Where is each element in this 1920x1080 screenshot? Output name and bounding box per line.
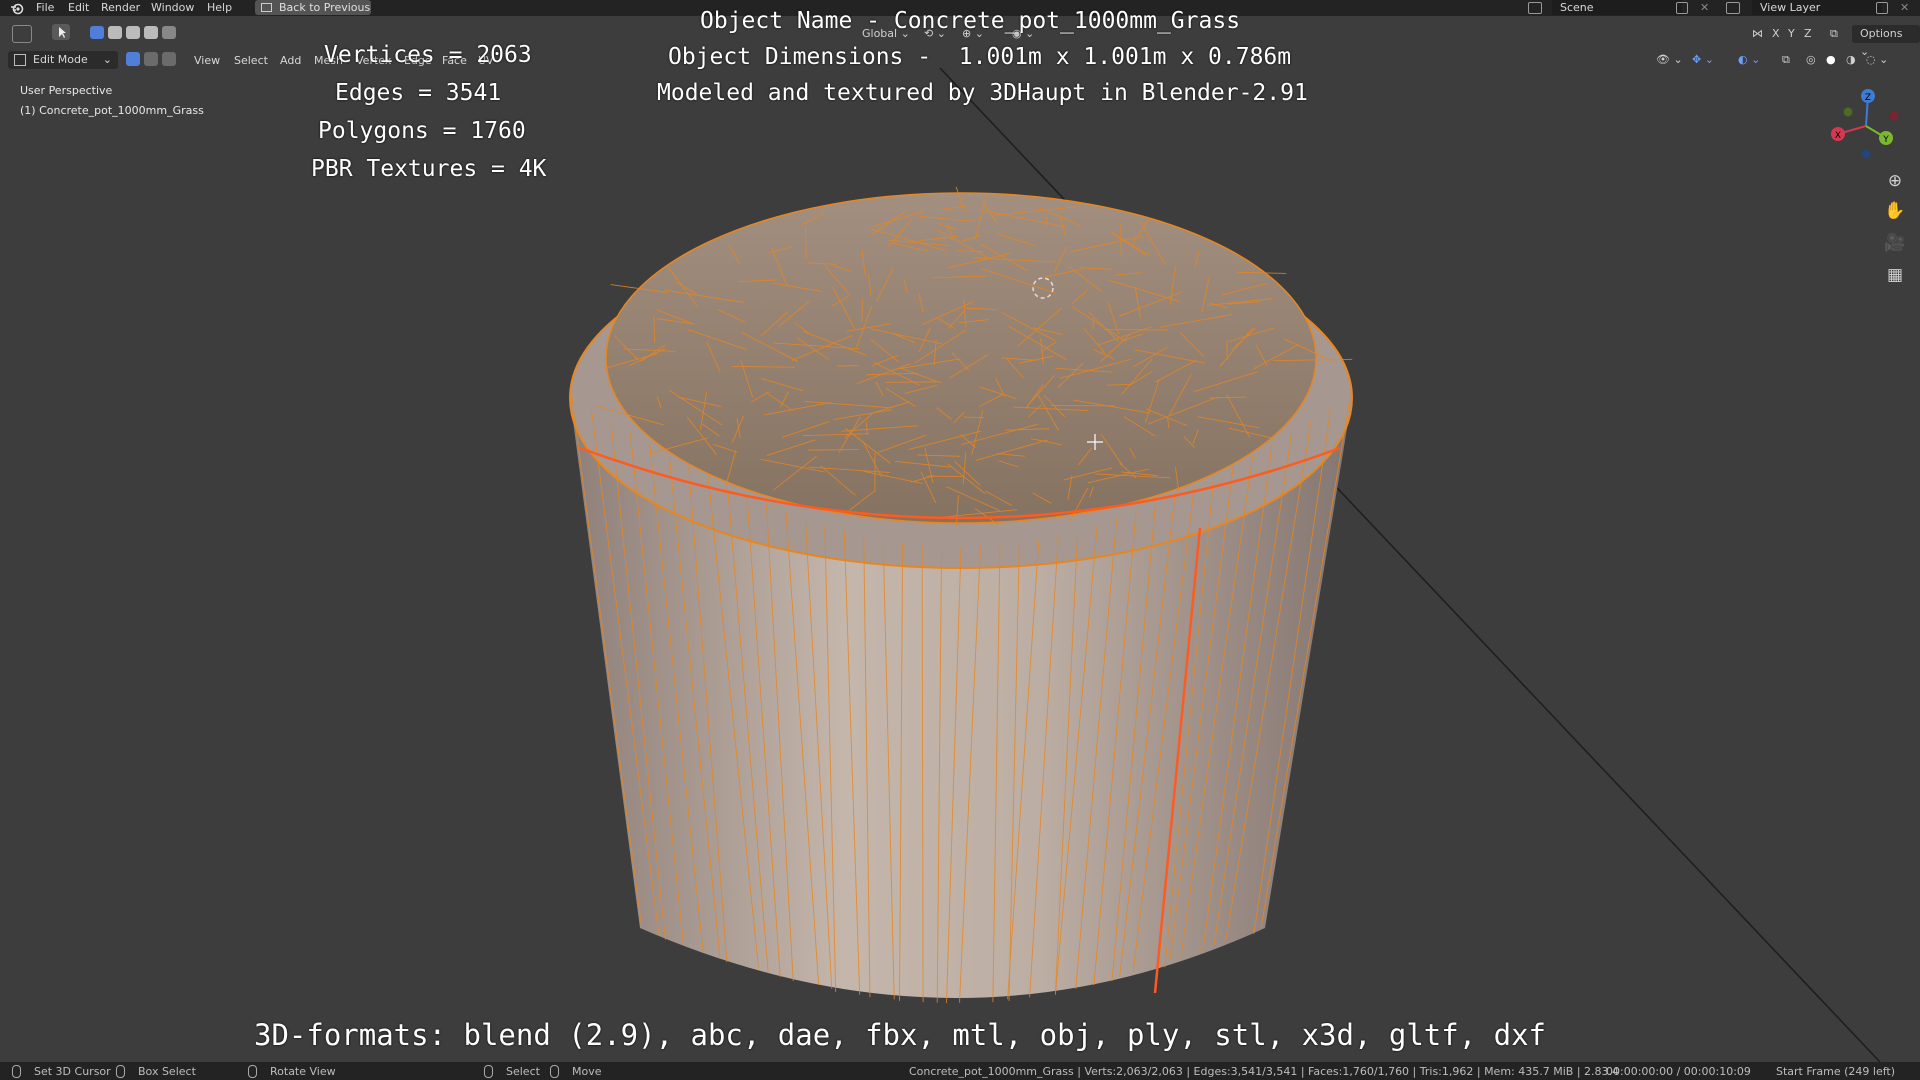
select-mode-extend-icon[interactable] [108, 26, 122, 39]
gizmo-y-label: Y [1882, 135, 1889, 145]
status-bar: Set 3D Cursor Box Select Rotate View Sel… [0, 1062, 1920, 1080]
rendered-shading-icon[interactable]: ◌ ⌄ [1866, 51, 1888, 69]
overlay-object-name: Object Name - Concrete_pot_1000mm_Grass [700, 8, 1241, 34]
header-menu-view[interactable]: View [194, 54, 220, 67]
overlay-edges: Edges = 3541 [335, 80, 502, 106]
camera-view-icon[interactable]: 🎥 [1882, 230, 1908, 256]
overlay-formats: 3D-formats: blend (2.9), abc, dae, fbx, … [254, 1018, 1547, 1052]
editor-type-icon[interactable] [12, 25, 32, 43]
scene-icon[interactable] [1528, 2, 1542, 14]
gizmo-z-label: Z [1865, 93, 1871, 103]
status-time: 00:00:00:00 / 00:00:10:09 [1606, 1065, 1751, 1078]
ortho-grid-icon[interactable]: ▦ [1882, 262, 1908, 288]
select-mode-invert-icon[interactable] [144, 26, 158, 39]
edit-mode-icon [14, 54, 26, 66]
zoom-icon[interactable]: ⊕ [1882, 168, 1908, 194]
new-scene-icon[interactable] [1676, 2, 1688, 14]
remove-view-layer-icon[interactable]: ✕ [1900, 1, 1909, 14]
pot-mesh[interactable] [569, 186, 1353, 1004]
status-box-select: Box Select [138, 1065, 196, 1078]
mouse-right-icon [550, 1065, 559, 1078]
pan-hand-icon[interactable]: ✋ [1882, 198, 1908, 224]
new-view-layer-icon[interactable] [1876, 2, 1888, 14]
mirror-y-toggle[interactable]: Y [1788, 25, 1795, 43]
overlay-polygons: Polygons = 1760 [318, 118, 526, 144]
remove-scene-icon[interactable]: ✕ [1700, 1, 1709, 14]
mode-label: Edit Mode [33, 53, 88, 66]
status-set-cursor: Set 3D Cursor [34, 1065, 111, 1078]
mouse-left-icon-2 [484, 1065, 493, 1078]
mirror-z-toggle[interactable]: Z [1804, 25, 1812, 43]
select-mode-intersect-icon[interactable] [162, 26, 176, 39]
material-shading-icon[interactable]: ◑ [1846, 51, 1856, 69]
menu-file[interactable]: File [36, 1, 54, 14]
gizmo-neg-z-icon[interactable] [1861, 149, 1871, 159]
viewport-perspective-label: User Perspective [20, 84, 113, 97]
vertex-select-icon[interactable] [126, 52, 140, 66]
menu-edit[interactable]: Edit [68, 1, 89, 14]
mouse-middle-icon [248, 1065, 257, 1078]
edge-select-icon[interactable] [144, 52, 158, 66]
status-move: Move [572, 1065, 602, 1078]
options-label: Options [1860, 27, 1903, 40]
overlay-dimensions: Object Dimensions - 1.001m x 1.001m x 0.… [668, 44, 1292, 70]
select-mode-subtract-icon[interactable] [126, 26, 140, 39]
menu-window[interactable]: Window [151, 1, 194, 14]
select-mode-new-icon[interactable] [90, 26, 104, 39]
mirror-x-toggle[interactable]: X [1772, 25, 1780, 43]
viewport-object-label: (1) Concrete_pot_1000mm_Grass [20, 104, 204, 117]
gizmo-neg-x-icon[interactable] [1889, 111, 1899, 121]
overlay-credit: Modeled and textured by 3DHaupt in Blend… [657, 80, 1308, 106]
overlay-vertices: Vertices = 2063 [324, 42, 532, 68]
view-layer-selector[interactable]: View Layer [1752, 0, 1882, 15]
mirror-icon[interactable]: ⋈ [1752, 25, 1763, 43]
mouse-drag-icon [116, 1065, 125, 1078]
auto-merge-icon[interactable]: ⧉ [1830, 25, 1838, 43]
status-scene-stats: Concrete_pot_1000mm_Grass | Verts:2,063/… [909, 1065, 1620, 1078]
xray-toggle-icon[interactable]: ⧉ [1782, 51, 1790, 69]
gizmo-x-label: X [1835, 131, 1841, 141]
face-select-icon[interactable] [162, 52, 176, 66]
mode-dropdown[interactable]: Edit Mode ⌄ [8, 51, 118, 69]
back-to-previous-button[interactable]: Back to Previous [255, 0, 371, 15]
status-select: Select [506, 1065, 540, 1078]
selectability-icon[interactable]: 👁 ⌄ [1656, 51, 1683, 69]
header-menu-add[interactable]: Add [280, 54, 301, 67]
wireframe-shading-icon[interactable]: ◎ [1806, 51, 1816, 69]
overlays-toggle-icon[interactable]: ◐ ⌄ [1738, 51, 1760, 69]
header-menu-select[interactable]: Select [234, 54, 268, 67]
menu-render[interactable]: Render [101, 1, 140, 14]
gizmo-toggle-icon[interactable]: ✥ ⌄ [1692, 51, 1714, 69]
blender-logo-icon[interactable] [10, 1, 24, 15]
mouse-left-icon [12, 1065, 21, 1078]
scene-selector[interactable]: Scene [1552, 0, 1682, 15]
back-button-label: Back to Previous [279, 1, 371, 14]
scene-label: Scene [1560, 1, 1594, 14]
window-icon [261, 3, 272, 12]
navigation-gizmo[interactable]: Z X Y [1826, 86, 1906, 166]
viewport-3d[interactable] [0, 68, 1920, 1062]
status-rotate-view: Rotate View [270, 1065, 336, 1078]
gizmo-neg-y-icon[interactable] [1843, 107, 1853, 117]
menu-help[interactable]: Help [207, 1, 232, 14]
solid-shading-icon[interactable]: ● [1826, 51, 1836, 69]
overlay-textures: PBR Textures = 4K [311, 156, 547, 182]
select-tool-icon[interactable] [52, 24, 70, 40]
status-frame: Start Frame (249 left) [1776, 1065, 1896, 1078]
view-layer-label: View Layer [1760, 1, 1821, 14]
options-dropdown[interactable]: Options ⌄ [1852, 25, 1920, 58]
view-layer-icon[interactable] [1726, 2, 1740, 14]
chevron-down-icon: ⌄ [102, 53, 112, 66]
